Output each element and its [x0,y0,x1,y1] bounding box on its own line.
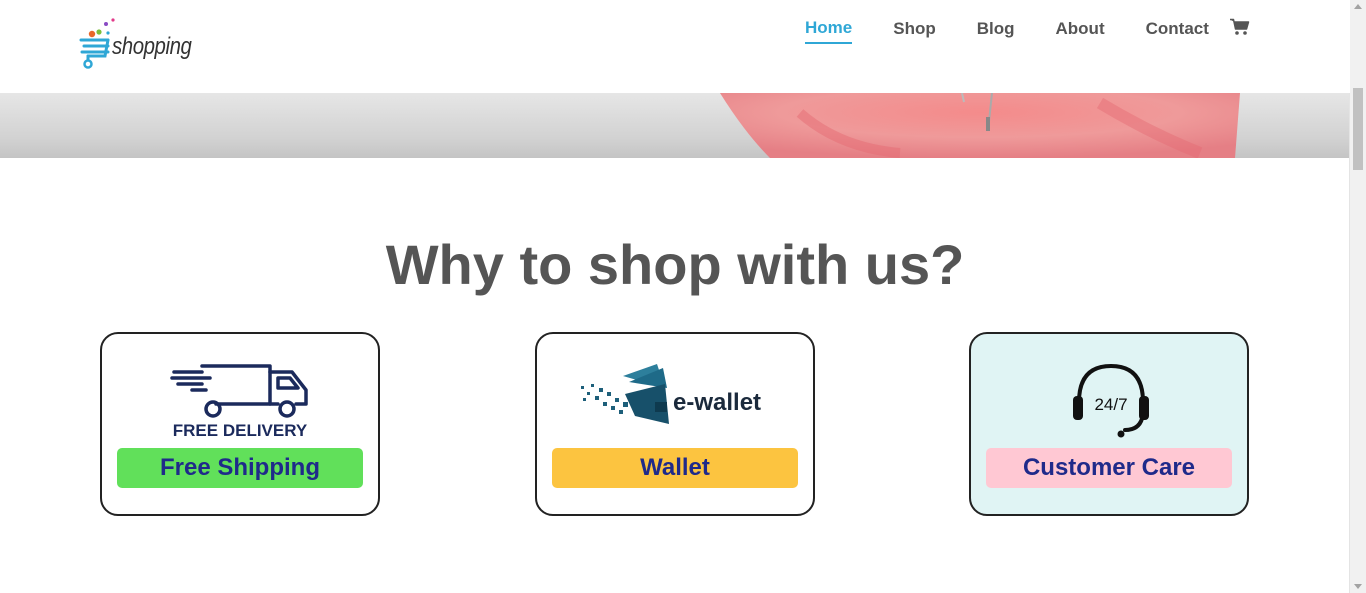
e-wallet-icon: e-wallet [537,358,813,440]
site-header: shopping Home Shop Blog About Contact [0,0,1350,93]
delivery-truck-icon: FREE DELIVERY [102,358,378,440]
cart-glyph [1230,18,1250,35]
feature-card-wallet: e-wallet Wallet [535,332,815,516]
e-wallet-caption: e-wallet [673,389,761,416]
nav-item-shop[interactable]: Shop [893,19,936,43]
page: shopping Home Shop Blog About Contact Wh… [0,0,1366,593]
shopping-cart-icon[interactable] [1230,18,1250,36]
page-scrollbar[interactable] [1349,0,1366,593]
feature-card-shipping: FREE DELIVERY Free Shipping [100,332,380,516]
free-shipping-button[interactable]: Free Shipping [117,448,363,488]
nav-item-home[interactable]: Home [805,18,853,44]
main-nav: Home Shop Blog About Contact [805,18,1250,44]
nav-item-about[interactable]: About [1056,19,1105,43]
section-title: Why to shop with us? [385,233,965,296]
hero-banner-image [0,93,1350,158]
scroll-down-arrow-icon[interactable] [1354,584,1362,589]
nav-item-contact[interactable]: Contact [1146,19,1209,43]
customer-care-button[interactable]: Customer Care [986,448,1232,488]
feature-card-customer-care: 24/7 Customer Care [969,332,1249,516]
hero-pink-hoodie-image [720,93,1240,158]
headset-24-7-icon: 24/7 [971,358,1247,440]
free-delivery-caption: FREE DELIVERY [173,421,308,440]
24-7-caption: 24/7 [1094,395,1127,414]
nav-item-blog[interactable]: Blog [977,19,1015,43]
wallet-button[interactable]: Wallet [552,448,798,488]
scrollbar-thumb[interactable] [1353,88,1363,170]
logo-text: shopping [112,33,192,60]
brand-logo[interactable]: shopping [78,16,198,72]
scroll-up-arrow-icon[interactable] [1354,4,1362,9]
